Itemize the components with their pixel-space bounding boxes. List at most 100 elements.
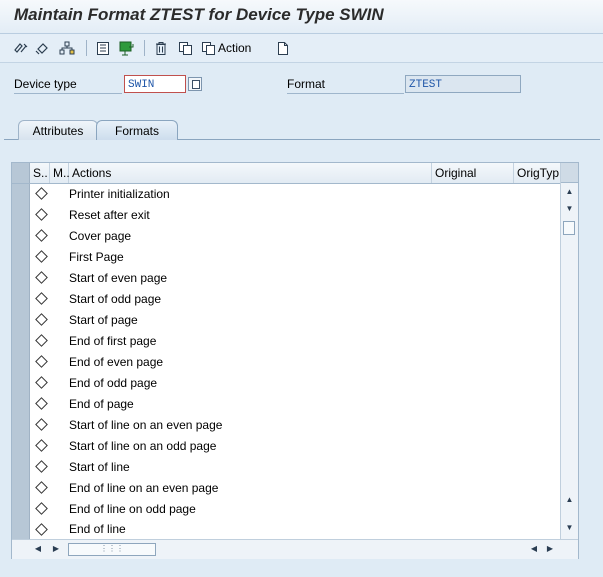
column-settings-icon[interactable] bbox=[561, 163, 578, 183]
tab-attributes[interactable]: Attributes bbox=[18, 120, 98, 140]
diamond-icon bbox=[35, 439, 48, 452]
action-cell: Start of odd page bbox=[69, 292, 162, 306]
row-selector[interactable] bbox=[12, 394, 30, 415]
row-selector[interactable] bbox=[12, 268, 30, 289]
row-selector[interactable] bbox=[12, 478, 30, 499]
table-row[interactable]: Start of page bbox=[12, 310, 560, 332]
diamond-icon bbox=[35, 229, 48, 242]
column-header-origtyp[interactable]: OrigTyp bbox=[514, 163, 560, 183]
scroll-right-icon[interactable]: ▶ bbox=[544, 542, 556, 556]
column-header-original[interactable]: Original bbox=[432, 163, 514, 183]
row-selector[interactable] bbox=[12, 415, 30, 436]
format-field[interactable]: ZTEST bbox=[405, 75, 521, 93]
action-cell: Printer initialization bbox=[69, 187, 170, 201]
action-cell: Start of even page bbox=[69, 271, 168, 285]
action-label: Action bbox=[218, 41, 252, 55]
value-help-button[interactable] bbox=[188, 77, 202, 91]
table-row[interactable]: Start of even page bbox=[12, 268, 560, 290]
action-cell: Start of line on an odd page bbox=[69, 439, 217, 453]
action-button[interactable]: Action bbox=[201, 39, 261, 57]
table-row[interactable]: Reset after exit bbox=[12, 205, 560, 227]
table-row[interactable]: Start of line bbox=[12, 457, 560, 479]
action-cell: End of line bbox=[69, 522, 126, 536]
diamond-icon bbox=[35, 250, 48, 263]
hierarchy-icon[interactable] bbox=[58, 39, 76, 57]
tab-formats[interactable]: Formats bbox=[96, 120, 178, 140]
horizontal-scrollbar[interactable]: ◀ ▶ ⋮⋮⋮ ◀ ▶ bbox=[12, 539, 578, 559]
table-row[interactable]: Start of odd page bbox=[12, 289, 560, 311]
scroll-right-icon[interactable]: ▶ bbox=[50, 542, 62, 556]
toolbar-separator bbox=[144, 40, 145, 56]
table-header: S.. M.. Actions Original OrigTyp bbox=[12, 163, 560, 184]
table-row[interactable]: End of even page bbox=[12, 352, 560, 374]
table-row[interactable]: End of first page bbox=[12, 331, 560, 353]
application-toolbar: Action bbox=[0, 34, 603, 63]
column-header-actions[interactable]: Actions bbox=[69, 163, 432, 183]
table-row[interactable]: Cover page bbox=[12, 226, 560, 248]
diamond-icon bbox=[35, 481, 48, 494]
diamond-icon bbox=[35, 460, 48, 473]
diamond-icon bbox=[35, 418, 48, 431]
device-type-field[interactable]: SWIN bbox=[124, 75, 186, 93]
device-type-label: Device type bbox=[14, 77, 77, 91]
scroll-down-icon[interactable]: ▼ bbox=[561, 521, 578, 535]
row-selector[interactable] bbox=[12, 436, 30, 457]
vertical-scroll-thumb[interactable] bbox=[563, 221, 575, 235]
scroll-up-icon[interactable]: ▲ bbox=[561, 493, 578, 507]
table-row[interactable]: First Page bbox=[12, 247, 560, 269]
diamond-icon bbox=[35, 313, 48, 326]
diamond-icon bbox=[35, 334, 48, 347]
action-cell: End of first page bbox=[69, 334, 157, 348]
formats-table: S.. M.. Actions Original OrigTyp Printer… bbox=[11, 162, 579, 559]
row-selector[interactable] bbox=[12, 247, 30, 268]
diamond-icon bbox=[35, 397, 48, 410]
table-row[interactable]: End of line on odd page bbox=[12, 499, 560, 521]
select-all-column[interactable] bbox=[12, 163, 30, 183]
action-cell: Start of page bbox=[69, 313, 138, 327]
row-selector[interactable] bbox=[12, 520, 30, 539]
table-row[interactable]: Printer initialization bbox=[12, 184, 560, 206]
table-row[interactable]: End of page bbox=[12, 394, 560, 416]
scroll-down-icon[interactable]: ▼ bbox=[561, 202, 578, 216]
row-selector[interactable] bbox=[12, 310, 30, 331]
vertical-scrollbar[interactable]: ▲ ▼ ▲ ▼ bbox=[560, 163, 578, 539]
delete-icon[interactable] bbox=[152, 39, 170, 57]
row-selector[interactable] bbox=[12, 184, 30, 205]
row-selector[interactable] bbox=[12, 289, 30, 310]
other-object-icon[interactable] bbox=[34, 39, 52, 57]
transport-icon[interactable] bbox=[118, 39, 136, 57]
display-change-icon[interactable] bbox=[12, 39, 30, 57]
action-cell: End of page bbox=[69, 397, 134, 411]
diamond-icon bbox=[35, 376, 48, 389]
title-bar: Maintain Format ZTEST for Device Type SW… bbox=[0, 0, 603, 34]
copy-icon[interactable] bbox=[176, 39, 194, 57]
action-cell: Start of line bbox=[69, 460, 130, 474]
column-header-s[interactable]: S.. bbox=[30, 163, 50, 183]
scroll-left-icon[interactable]: ◀ bbox=[32, 542, 44, 556]
row-selector[interactable] bbox=[12, 331, 30, 352]
table-row[interactable]: Start of line on an even page bbox=[12, 415, 560, 437]
action-cell: End of odd page bbox=[69, 376, 158, 390]
row-selector[interactable] bbox=[12, 226, 30, 247]
diamond-icon bbox=[35, 292, 48, 305]
table-row[interactable]: End of odd page bbox=[12, 373, 560, 395]
row-selector[interactable] bbox=[12, 205, 30, 226]
scroll-left-icon[interactable]: ◀ bbox=[528, 542, 540, 556]
diamond-icon bbox=[35, 523, 48, 536]
row-selector[interactable] bbox=[12, 457, 30, 478]
new-document-icon[interactable] bbox=[275, 39, 291, 57]
diamond-icon bbox=[35, 208, 48, 221]
horizontal-scroll-thumb[interactable]: ⋮⋮⋮ bbox=[68, 543, 156, 556]
scroll-up-icon[interactable]: ▲ bbox=[561, 185, 578, 199]
row-selector[interactable] bbox=[12, 373, 30, 394]
row-selector[interactable] bbox=[12, 499, 30, 520]
diamond-icon bbox=[35, 502, 48, 515]
row-selector[interactable] bbox=[12, 352, 30, 373]
format-label: Format bbox=[287, 77, 326, 91]
table-row[interactable]: Start of line on an odd page bbox=[12, 436, 560, 458]
detail-icon[interactable] bbox=[94, 39, 112, 57]
page-title: Maintain Format ZTEST for Device Type SW… bbox=[14, 5, 384, 24]
table-row[interactable]: End of line bbox=[12, 520, 560, 540]
column-header-m[interactable]: M.. bbox=[50, 163, 70, 183]
table-row[interactable]: End of line on an even page bbox=[12, 478, 560, 500]
